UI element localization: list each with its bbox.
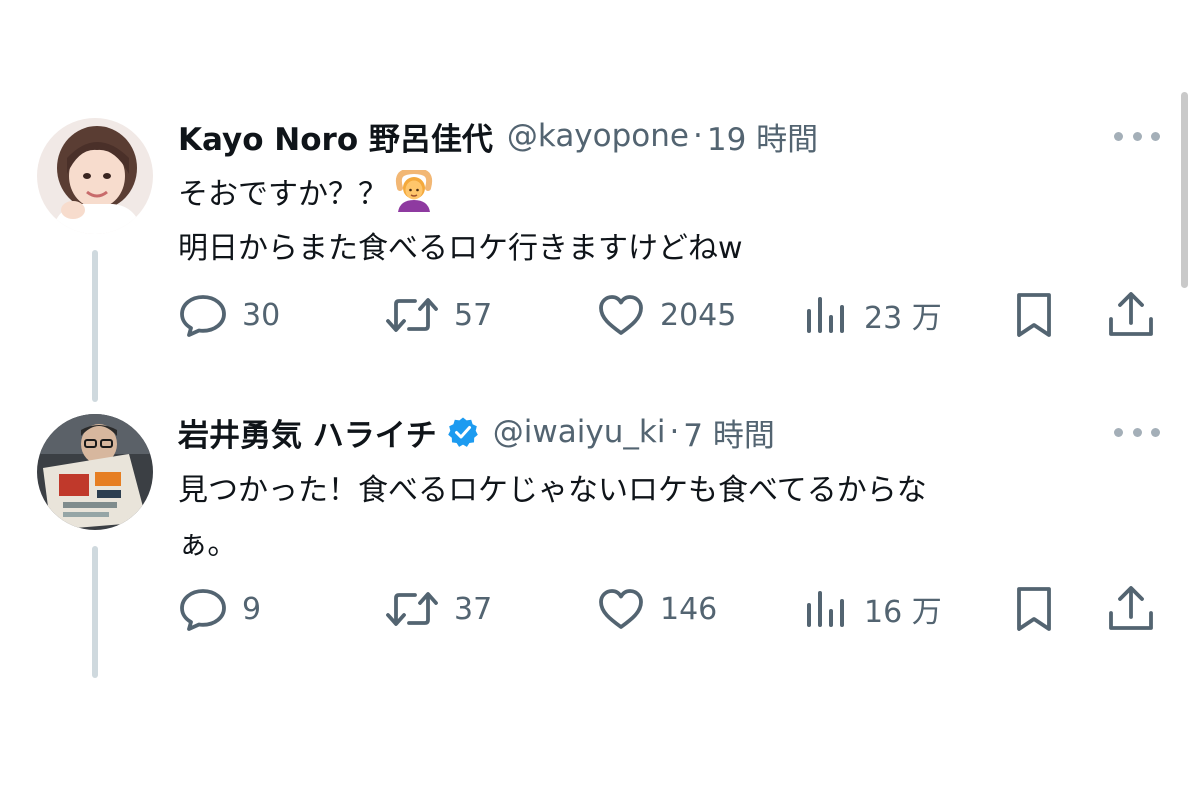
- timestamp[interactable]: 19 時間: [707, 114, 818, 159]
- view-count: 23 万: [864, 301, 942, 336]
- heart-icon: [599, 295, 643, 335]
- tweet-text-line: ぁ。: [178, 527, 238, 562]
- user-handle[interactable]: @kayopone: [507, 118, 689, 154]
- bookmark-button[interactable]: [1012, 290, 1056, 340]
- repost-icon: [386, 592, 438, 626]
- repost-count: 37: [454, 591, 493, 627]
- share-icon: [1109, 586, 1153, 630]
- verified-badge-icon: [447, 416, 479, 448]
- like-count: 146: [660, 591, 718, 627]
- like-button[interactable]: 146: [596, 584, 717, 634]
- share-button[interactable]: [1106, 290, 1156, 340]
- avatar[interactable]: [37, 118, 153, 234]
- woman-gesturing-ok-emoji: [392, 167, 436, 214]
- tweet-text: 見つかった！食べるロケじゃないロケも食べてるからな ぁ。: [178, 464, 1128, 572]
- tweet-header: 岩井勇気 ハライチ @iwaiyu_ki · 7 時間: [178, 410, 775, 454]
- avatar[interactable]: [37, 414, 153, 530]
- more-options-icon[interactable]: [1114, 422, 1160, 442]
- heart-icon: [599, 589, 643, 629]
- tweet[interactable]: Kayo Noro 野呂佳代 @kayopone · 19 時間 そおですか？？: [0, 112, 1200, 362]
- bookmark-button[interactable]: [1012, 584, 1056, 634]
- bookmark-icon: [1017, 293, 1051, 337]
- reply-count: 9: [242, 591, 262, 627]
- repost-count: 57: [454, 297, 493, 333]
- timestamp[interactable]: 7 時間: [683, 410, 775, 455]
- display-name[interactable]: Kayo Noro 野呂佳代: [178, 114, 493, 159]
- reply-button[interactable]: 30: [178, 290, 280, 340]
- tweet-text-line: そおですか？？: [178, 167, 1128, 222]
- separator-dot: ·: [693, 118, 703, 154]
- share-icon: [1109, 292, 1153, 336]
- tweet-text: そおですか？？ 明日からまた食べるロケ行きますけどねw: [178, 167, 1128, 276]
- more-options-icon[interactable]: [1114, 126, 1160, 146]
- avatar-photo: [37, 414, 153, 530]
- like-button[interactable]: 2045: [596, 290, 736, 340]
- views-button[interactable]: 23 万: [802, 290, 942, 340]
- reply-button[interactable]: 9: [178, 584, 261, 634]
- repost-button[interactable]: 57: [384, 290, 492, 340]
- share-button[interactable]: [1106, 584, 1156, 634]
- repost-icon: [386, 298, 438, 332]
- analytics-icon: [807, 297, 844, 333]
- thread-view: Kayo Noro 野呂佳代 @kayopone · 19 時間 そおですか？？: [0, 0, 1200, 800]
- tweet-header: Kayo Noro 野呂佳代 @kayopone · 19 時間: [178, 114, 818, 158]
- reply-icon: [180, 295, 226, 337]
- bookmark-icon: [1017, 587, 1051, 631]
- tweet-text-line: 明日からまた食べるロケ行きますけどねw: [178, 231, 743, 266]
- avatar-photo: [37, 118, 153, 234]
- reply-icon: [180, 589, 226, 631]
- display-name[interactable]: 岩井勇気 ハライチ: [178, 410, 437, 455]
- analytics-icon: [807, 591, 844, 627]
- views-button[interactable]: 16 万: [802, 584, 942, 634]
- view-count: 16 万: [864, 595, 942, 630]
- like-count: 2045: [660, 297, 737, 333]
- reply-count: 30: [242, 297, 281, 333]
- separator-dot: ·: [669, 414, 680, 450]
- user-handle[interactable]: @iwaiyu_ki: [493, 414, 666, 450]
- repost-button[interactable]: 37: [384, 584, 492, 634]
- tweet-text-line: 見つかった！食べるロケじゃないロケも食べてるからな: [178, 473, 927, 508]
- tweet[interactable]: 岩井勇気 ハライチ @iwaiyu_ki · 7 時間 見つかった！食べるロケじ…: [0, 408, 1200, 658]
